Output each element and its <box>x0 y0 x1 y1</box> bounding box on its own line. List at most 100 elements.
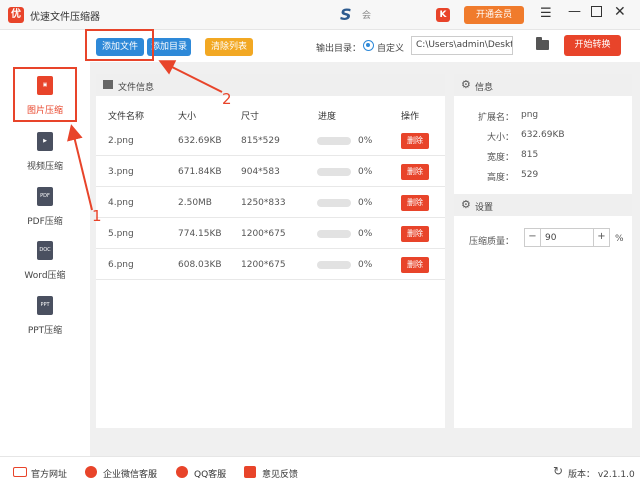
quality-label: 压缩质量： <box>454 234 514 247</box>
output-dir-label: 输出目录： <box>316 41 361 54</box>
vip-button[interactable]: 开通会员 <box>464 6 524 24</box>
file-dim: 815*529 <box>241 136 280 146</box>
delete-button[interactable]: 删除 <box>401 195 429 211</box>
sidebar-item-ppt[interactable]: PPT PPT压缩 <box>12 292 78 344</box>
k-app-icon[interactable]: K <box>436 8 450 22</box>
sidebar-item-label: PPT压缩 <box>12 323 78 336</box>
height-value: 529 <box>521 170 538 180</box>
progress-text: 0% <box>358 260 372 270</box>
quality-unit: % <box>615 234 624 244</box>
progress-text: 0% <box>358 136 372 146</box>
width-label: 宽度： <box>454 150 514 163</box>
file-name: 4.png <box>108 198 134 208</box>
folder-icon[interactable] <box>536 40 549 50</box>
delete-button[interactable]: 删除 <box>401 133 429 149</box>
size-value: 632.69KB <box>521 130 565 140</box>
custom-radio-label[interactable]: 自定义 <box>377 41 404 54</box>
website-icon <box>13 467 27 477</box>
pdf-file-icon: PDF <box>37 187 53 206</box>
table-row[interactable]: 2.png 632.69KB 815*529 0% 删除 <box>96 125 445 156</box>
progress-bar <box>317 168 351 176</box>
progress-text: 0% <box>358 167 372 177</box>
file-size: 632.69KB <box>178 136 222 146</box>
annotation-number-1: 1 <box>92 207 102 225</box>
table-row[interactable]: 4.png 2.50MB 1250*833 0% 删除 <box>96 187 445 218</box>
minimize-icon[interactable]: — <box>568 4 581 19</box>
ppt-file-icon: PPT <box>37 296 53 315</box>
file-dim: 1200*675 <box>241 260 286 270</box>
file-info-panel: 文件信息 文件名称 大小 尺寸 进度 操作 2.png 632.69KB 815… <box>96 74 445 428</box>
quality-plus-button[interactable]: + <box>593 229 609 246</box>
custom-radio[interactable] <box>363 40 374 51</box>
feedback-icon <box>244 466 256 478</box>
delete-button[interactable]: 删除 <box>401 164 429 180</box>
delete-button[interactable]: 删除 <box>401 257 429 273</box>
table-row[interactable]: 3.png 671.84KB 904*583 0% 删除 <box>96 156 445 187</box>
footer: 官方网址 企业微信客服 QQ客服 意见反馈 ↻ 版本： v2.1.1.0 <box>0 456 640 486</box>
delete-button[interactable]: 删除 <box>401 226 429 242</box>
menu-icon[interactable]: ☰ <box>540 6 552 21</box>
column-header-name: 文件名称 <box>108 109 144 122</box>
app-title: 优速文件压缩器 <box>30 8 100 23</box>
doc-file-icon: DOC <box>37 241 53 260</box>
sidebar-item-label: Word压缩 <box>12 268 78 281</box>
gear-icon: ⚙ <box>461 199 471 211</box>
wechat-icon <box>85 466 97 478</box>
start-convert-button[interactable]: 开始转换 <box>564 35 621 56</box>
progress-bar <box>317 199 351 207</box>
official-site-link[interactable]: 官方网址 <box>31 467 67 480</box>
file-size: 774.15KB <box>178 229 222 239</box>
column-header-size: 大小 <box>178 109 196 122</box>
quality-stepper[interactable]: − 90 + <box>524 228 610 247</box>
gear-icon: ⚙ <box>461 79 471 91</box>
file-panel-title: 文件信息 <box>118 80 154 93</box>
progress-bar <box>317 230 351 238</box>
settings-header: ⚙ 设置 <box>454 194 632 216</box>
sidebar-item-label: 视频压缩 <box>12 159 78 172</box>
ext-label: 扩展名： <box>454 110 514 123</box>
title-bar: 优 优速文件压缩器 S 会 K 开通会员 ☰ — ✕ <box>0 0 640 30</box>
file-dim: 904*583 <box>241 167 280 177</box>
toolbar: 添加文件 添加目录 清除列表 输出目录： 自定义 C:\Users\admin\… <box>90 30 640 62</box>
qq-icon <box>176 466 188 478</box>
sidebar-item-pdf[interactable]: PDF PDF压缩 <box>12 183 78 235</box>
sidebar-item-label: PDF压缩 <box>12 214 78 227</box>
file-dim: 1250*833 <box>241 198 286 208</box>
wechat-service-link[interactable]: 企业微信客服 <box>103 467 157 480</box>
table-row[interactable]: 5.png 774.15KB 1200*675 0% 删除 <box>96 218 445 249</box>
clear-list-button[interactable]: 清除列表 <box>205 38 253 56</box>
file-panel-header: 文件信息 <box>96 74 445 96</box>
brand-logo-icon: S <box>340 5 352 24</box>
close-icon[interactable]: ✕ <box>614 4 626 20</box>
feedback-link[interactable]: 意见反馈 <box>262 467 298 480</box>
file-size: 608.03KB <box>178 260 222 270</box>
user-icon[interactable]: 会 <box>362 8 371 21</box>
maximize-icon[interactable] <box>591 6 602 17</box>
highlight-sidebar-image <box>13 67 77 122</box>
sidebar-item-video[interactable]: ▶ 视频压缩 <box>12 128 78 180</box>
output-path-field[interactable]: C:\Users\admin\Deskto <box>411 36 513 55</box>
video-file-icon: ▶ <box>37 132 53 151</box>
quality-input[interactable]: 90 <box>545 233 556 243</box>
column-header-progress: 进度 <box>318 109 336 122</box>
qq-service-link[interactable]: QQ客服 <box>194 467 226 480</box>
quality-minus-button[interactable]: − <box>525 229 541 246</box>
highlight-add-file <box>85 29 154 61</box>
file-dim: 1200*675 <box>241 229 286 239</box>
info-title: 信息 <box>475 80 493 93</box>
file-size: 671.84KB <box>178 167 222 177</box>
sidebar-item-word[interactable]: DOC Word压缩 <box>12 237 78 289</box>
table-row[interactable]: 6.png 608.03KB 1200*675 0% 删除 <box>96 249 445 280</box>
settings-title: 设置 <box>475 200 493 213</box>
info-panel: ⚙ 信息 扩展名： png 大小： 632.69KB 宽度： 815 高度： 5… <box>454 74 632 428</box>
file-size: 2.50MB <box>178 198 212 208</box>
height-label: 高度： <box>454 170 514 183</box>
refresh-icon[interactable]: ↻ <box>553 464 563 478</box>
file-name: 2.png <box>108 136 134 146</box>
progress-text: 0% <box>358 229 372 239</box>
column-header-dim: 尺寸 <box>241 109 259 122</box>
file-name: 6.png <box>108 260 134 270</box>
progress-bar <box>317 261 351 269</box>
annotation-number-2: 2 <box>222 90 232 108</box>
file-name: 3.png <box>108 167 134 177</box>
